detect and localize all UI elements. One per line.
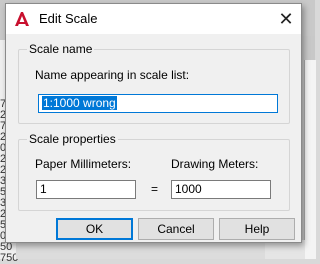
scale-name-legend: Scale name [27, 42, 95, 56]
paper-millimeters-label: Paper Millimeters: [35, 157, 132, 171]
background-scrollbar [304, 60, 316, 259]
help-button[interactable]: Help [219, 218, 295, 240]
drawing-meters-input[interactable]: 1000 [171, 180, 271, 199]
edit-scale-dialog: Edit Scale ✕ Scale name Name appearing i… [5, 3, 302, 243]
scale-name-value: 1:1000 wrong [42, 96, 117, 110]
ok-button[interactable]: OK [56, 218, 133, 240]
scale-name-group: Scale name Name appearing in scale list:… [18, 42, 290, 124]
scale-name-input[interactable]: 1:1000 wrong [38, 94, 278, 113]
drawing-meters-label: Drawing Meters: [171, 157, 259, 171]
autocad-logo-icon [13, 10, 31, 28]
cancel-button[interactable]: Cancel [138, 218, 214, 240]
dialog-titlebar[interactable]: Edit Scale ✕ [6, 4, 301, 34]
equals-sign: = [151, 182, 159, 196]
scale-properties-group: Scale properties Paper Millimeters: 1 = … [18, 132, 290, 211]
dialog-title: Edit Scale [39, 11, 98, 26]
scale-name-label: Name appearing in scale list: [35, 68, 190, 82]
paper-millimeters-input[interactable]: 1 [36, 180, 136, 199]
scale-properties-legend: Scale properties [27, 132, 118, 146]
close-icon[interactable]: ✕ [273, 6, 299, 32]
